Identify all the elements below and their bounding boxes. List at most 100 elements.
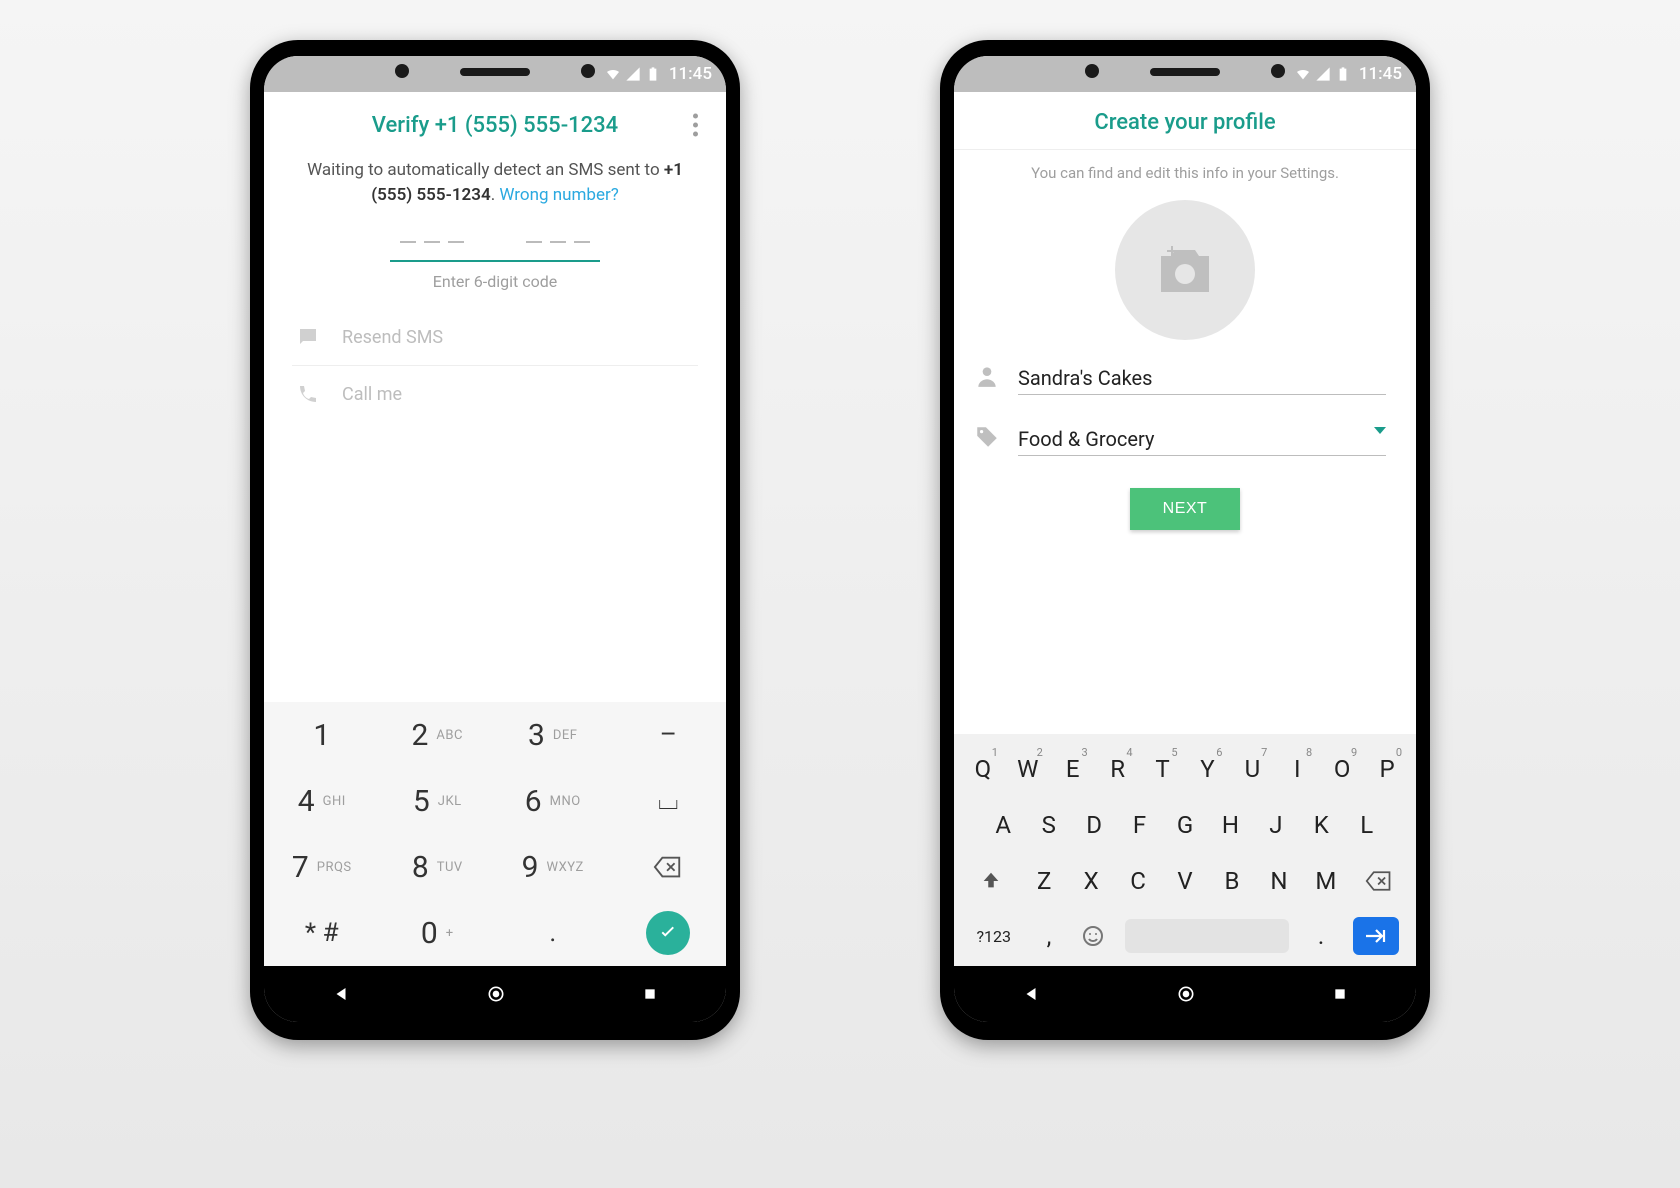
- android-nav-bar: [954, 966, 1416, 1022]
- dialpad-key-space[interactable]: ⌴: [611, 768, 727, 834]
- period-key[interactable]: .: [1301, 912, 1342, 960]
- key-n[interactable]: N: [1257, 856, 1301, 906]
- backspace-icon: [653, 855, 683, 879]
- android-nav-bar: [264, 966, 726, 1022]
- key-u[interactable]: U7: [1231, 744, 1273, 794]
- wifi-icon: [1295, 66, 1311, 82]
- add-photo-camera-icon: [1153, 242, 1217, 298]
- enter-key[interactable]: [1344, 912, 1408, 960]
- check-icon: [657, 922, 679, 944]
- emoji-key[interactable]: [1072, 912, 1113, 960]
- key-p[interactable]: P0: [1366, 744, 1408, 794]
- waiting-prefix: Waiting to automatically detect an SMS s…: [307, 160, 664, 180]
- key-f[interactable]: F: [1118, 800, 1160, 850]
- dialpad-key-3[interactable]: 3DEF: [495, 702, 611, 768]
- code-input[interactable]: [390, 229, 600, 262]
- sms-icon: [296, 325, 320, 349]
- dialpad-key-dash[interactable]: –: [611, 702, 727, 768]
- qwerty-keyboard: Q1W2E3R4T5Y6U7I8O9P0 ASDFGHJKL ZXCVBNM ?…: [954, 734, 1416, 966]
- nav-home-icon[interactable]: [1176, 984, 1196, 1004]
- dialpad-key-9[interactable]: 9WXYZ: [495, 834, 611, 900]
- dialpad-key-backspace[interactable]: [611, 834, 727, 900]
- key-x[interactable]: X: [1069, 856, 1113, 906]
- dialpad-key-4[interactable]: 4GHI: [264, 768, 380, 834]
- key-r[interactable]: R4: [1097, 744, 1139, 794]
- dialpad-key-0[interactable]: 0+: [380, 900, 496, 966]
- signal-icon: [1315, 66, 1331, 82]
- key-d[interactable]: D: [1073, 800, 1115, 850]
- dialpad-key-8[interactable]: 8TUV: [380, 834, 496, 900]
- key-a[interactable]: A: [982, 800, 1024, 850]
- shift-key[interactable]: [962, 856, 1019, 906]
- key-g[interactable]: G: [1164, 800, 1206, 850]
- profile-header: Create your profile: [954, 92, 1416, 150]
- key-t[interactable]: T5: [1142, 744, 1184, 794]
- nav-back-icon[interactable]: [1022, 985, 1040, 1003]
- overflow-menu-icon[interactable]: [685, 106, 706, 145]
- key-m[interactable]: M: [1304, 856, 1348, 906]
- dialpad-key-6[interactable]: 6MNO: [495, 768, 611, 834]
- chevron-down-icon: [1374, 427, 1386, 434]
- dialpad-key-5[interactable]: 5JKL: [380, 768, 496, 834]
- dialpad-key-2[interactable]: 2ABC: [380, 702, 496, 768]
- enter-icon: [1364, 926, 1388, 946]
- key-e[interactable]: E3: [1052, 744, 1094, 794]
- key-k[interactable]: K: [1300, 800, 1342, 850]
- category-value: Food & Grocery: [1018, 427, 1154, 451]
- key-s[interactable]: S: [1027, 800, 1069, 850]
- business-name-input[interactable]: Sandra's Cakes: [1018, 362, 1386, 395]
- dialpad: 1 2ABC 3DEF – 4GHI 5JKL 6MNO ⌴ 7PRQS 8TU…: [264, 702, 726, 966]
- key-j[interactable]: J: [1255, 800, 1297, 850]
- person-icon: [974, 363, 1000, 389]
- status-bar: 11:45: [954, 56, 1416, 92]
- battery-icon: [1335, 66, 1351, 82]
- key-l[interactable]: L: [1346, 800, 1388, 850]
- key-y[interactable]: Y6: [1187, 744, 1229, 794]
- key-w[interactable]: W2: [1007, 744, 1049, 794]
- phone-left: 11:45 Verify +1 (555) 555-1234 Waiting t…: [250, 40, 740, 1040]
- tag-icon: [974, 424, 1000, 450]
- shift-icon: [980, 870, 1002, 892]
- profile-photo-placeholder[interactable]: [1115, 200, 1255, 340]
- key-b[interactable]: B: [1210, 856, 1254, 906]
- nav-recent-icon[interactable]: [1332, 986, 1348, 1002]
- enter-code-hint: Enter 6-digit code: [292, 272, 698, 291]
- nav-recent-icon[interactable]: [642, 986, 658, 1002]
- comma-key[interactable]: ,: [1029, 912, 1070, 960]
- nav-home-icon[interactable]: [486, 984, 506, 1004]
- dialpad-key-starhash[interactable]: * #: [264, 900, 380, 966]
- verify-title: Verify +1 (555) 555-1234: [372, 113, 618, 138]
- key-c[interactable]: C: [1116, 856, 1160, 906]
- phone-icon: [296, 382, 320, 406]
- call-me-row[interactable]: Call me: [292, 366, 698, 422]
- category-select[interactable]: Food & Grocery: [1018, 423, 1386, 456]
- waiting-text: Waiting to automatically detect an SMS s…: [292, 158, 698, 207]
- key-v[interactable]: V: [1163, 856, 1207, 906]
- dialpad-key-7[interactable]: 7PRQS: [264, 834, 380, 900]
- key-i[interactable]: I8: [1276, 744, 1318, 794]
- backspace-icon: [1365, 870, 1393, 892]
- space-key[interactable]: [1116, 912, 1297, 960]
- key-h[interactable]: H: [1209, 800, 1251, 850]
- nav-back-icon[interactable]: [332, 985, 350, 1003]
- profile-title: Create your profile: [1094, 110, 1275, 135]
- resend-sms-row[interactable]: Resend SMS: [292, 309, 698, 366]
- status-time: 11:45: [1359, 64, 1402, 84]
- emoji-icon: [1081, 924, 1105, 948]
- key-o[interactable]: O9: [1321, 744, 1363, 794]
- key-z[interactable]: Z: [1022, 856, 1066, 906]
- status-bar: 11:45: [264, 56, 726, 92]
- signal-icon: [625, 66, 641, 82]
- phone-right: 11:45 Create your profile You can find a…: [940, 40, 1430, 1040]
- symbols-key[interactable]: ?123: [962, 912, 1026, 960]
- dialpad-key-1[interactable]: 1: [264, 702, 380, 768]
- dialpad-key-period[interactable]: .: [495, 900, 611, 966]
- key-q[interactable]: Q1: [962, 744, 1004, 794]
- call-me-label: Call me: [342, 384, 402, 405]
- next-button[interactable]: NEXT: [1130, 488, 1240, 530]
- dialpad-key-confirm[interactable]: [611, 900, 727, 966]
- resend-sms-label: Resend SMS: [342, 327, 443, 348]
- wrong-number-link[interactable]: Wrong number?: [499, 185, 618, 205]
- verify-header: Verify +1 (555) 555-1234: [264, 92, 726, 158]
- backspace-key[interactable]: [1351, 856, 1408, 906]
